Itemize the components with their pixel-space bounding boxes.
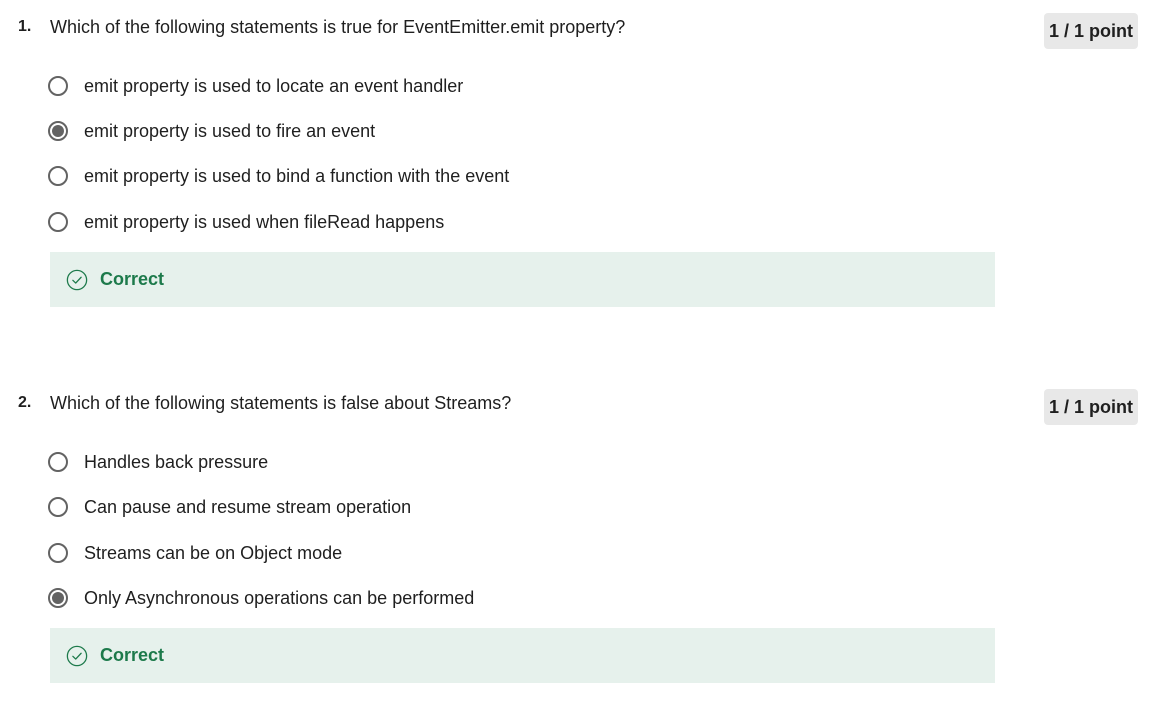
radio-button[interactable] bbox=[48, 76, 68, 96]
radio-button[interactable] bbox=[48, 212, 68, 232]
option-3[interactable]: Streams can be on Object mode bbox=[48, 539, 342, 567]
feedback-banner: Correct bbox=[50, 252, 995, 307]
option-4[interactable]: Only Asynchronous operations can be perf… bbox=[48, 584, 474, 612]
check-circle-icon bbox=[66, 269, 88, 290]
option-2[interactable]: Can pause and resume stream operation bbox=[48, 493, 411, 521]
question-number: 2. bbox=[18, 394, 32, 411]
radio-button[interactable] bbox=[48, 497, 68, 517]
option-label: Only Asynchronous operations can be perf… bbox=[84, 587, 475, 608]
feedback-text: Correct bbox=[100, 645, 165, 665]
option-4[interactable]: emit property is used when fileRead happ… bbox=[48, 208, 444, 236]
option-label: emit property is used to bind a function… bbox=[84, 165, 510, 186]
option-label: emit property is used when fileRead happ… bbox=[84, 211, 445, 232]
question-number: 1. bbox=[18, 18, 32, 35]
check-circle-icon bbox=[66, 645, 88, 666]
option-label: emit property is used to locate an event… bbox=[84, 75, 464, 96]
radio-button[interactable] bbox=[48, 543, 68, 563]
points-badge: 1 / 1 point bbox=[1044, 13, 1138, 49]
question-text: Which of the following statements is fal… bbox=[50, 393, 512, 413]
radio-button-selected[interactable] bbox=[48, 588, 68, 608]
radio-button-selected[interactable] bbox=[48, 121, 68, 141]
option-label: Streams can be on Object mode bbox=[84, 542, 343, 563]
radio-button[interactable] bbox=[48, 166, 68, 186]
radio-dot bbox=[52, 125, 64, 137]
radio-dot bbox=[52, 592, 64, 604]
option-label: emit property is used to fire an event bbox=[84, 120, 376, 141]
feedback-banner: Correct bbox=[50, 628, 995, 683]
feedback-text: Correct bbox=[100, 269, 165, 289]
points-badge: 1 / 1 point bbox=[1044, 389, 1138, 425]
option-label: Handles back pressure bbox=[84, 451, 269, 472]
option-1[interactable]: emit property is used to locate an event… bbox=[48, 72, 463, 100]
option-1[interactable]: Handles back pressure bbox=[48, 448, 268, 476]
option-3[interactable]: emit property is used to bind a function… bbox=[48, 162, 509, 190]
question-text: Which of the following statements is tru… bbox=[50, 17, 626, 37]
option-label: Can pause and resume stream operation bbox=[84, 496, 412, 517]
option-2[interactable]: emit property is used to fire an event bbox=[48, 117, 375, 145]
radio-button[interactable] bbox=[48, 452, 68, 472]
